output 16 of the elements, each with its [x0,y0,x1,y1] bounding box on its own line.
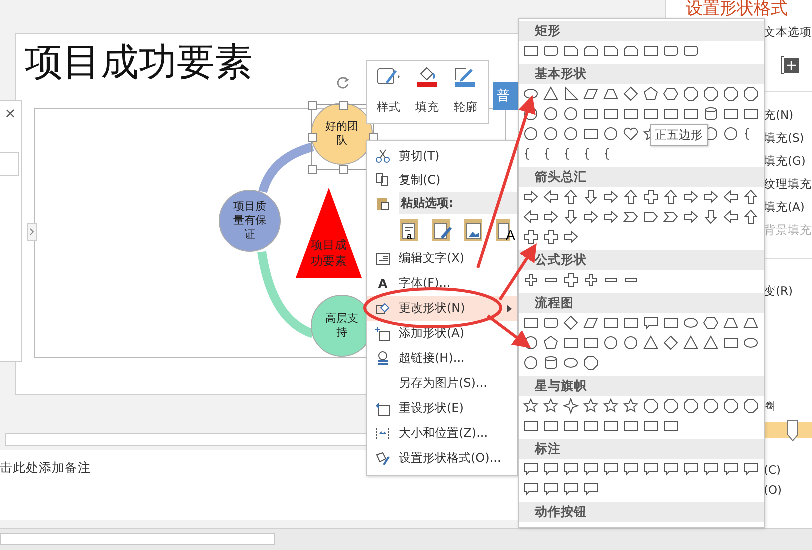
icon-letter: a [407,231,412,241]
font-icon: A [378,276,388,290]
gallery-section-header: 动作按钮 [519,502,764,522]
gallery-section-header: 流程图 [519,293,764,313]
gallery-section-header: 星与旗帜 [519,376,764,396]
gallery-section-header: 矩形 [519,21,764,41]
gallery-section-header: 基本形状 [519,64,764,84]
icon-letter: A [506,227,516,243]
pane-title: 设置形状格式 [686,0,789,18]
tooltip: 正五边形 [650,124,708,146]
menu-section-header: 粘贴选项: [399,192,517,214]
shape-label: 项目成功要素 [310,237,348,269]
gallery-section-header: 公式形状 [519,250,764,270]
slide-title: 项目成功要素 [24,39,253,86]
gallery-section-header: 箭头总汇 [519,167,764,187]
gallery-section-header: 标注 [519,439,764,459]
